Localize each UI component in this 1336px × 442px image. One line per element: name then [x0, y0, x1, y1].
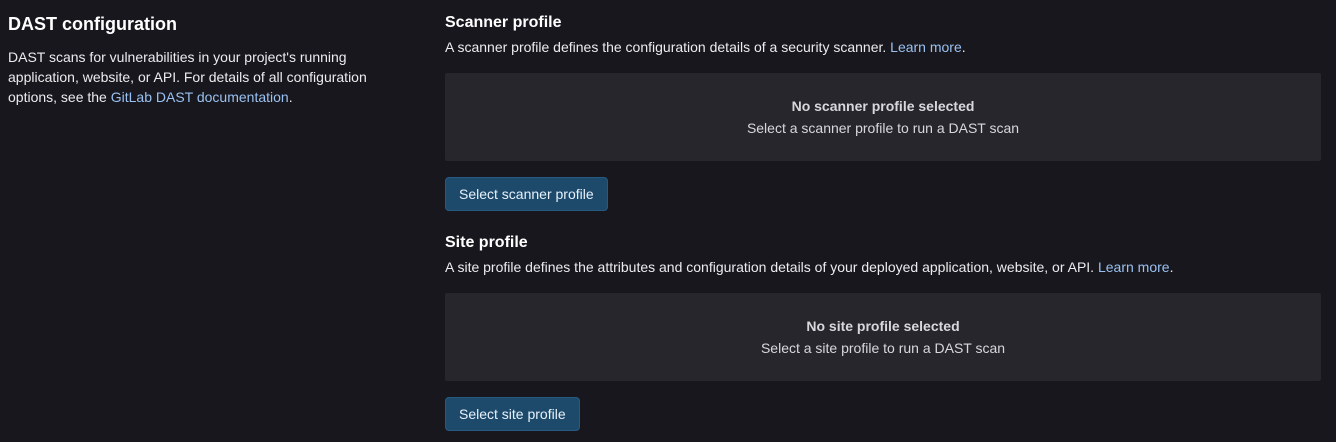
site-profile-empty-subtitle: Select a site profile to run a DAST scan: [760, 340, 1006, 356]
site-profile-empty-state: No site profile selected Select a site p…: [445, 293, 1321, 381]
dast-config-description: DAST scans for vulnerabilities in your p…: [8, 47, 408, 107]
scanner-profile-learn-more-link[interactable]: Learn more: [890, 39, 962, 55]
gitlab-dast-documentation-link[interactable]: GitLab DAST documentation: [111, 89, 289, 105]
dast-config-title: DAST configuration: [8, 14, 177, 34]
site-profile-description-end: .: [1169, 259, 1174, 275]
site-profile-description: A site profile defines the attributes an…: [445, 257, 1321, 277]
select-scanner-profile-button[interactable]: Select scanner profile: [445, 177, 608, 211]
site-profile-title: Site profile: [445, 234, 528, 251]
dast-config-description-end: .: [288, 89, 293, 105]
scanner-profile-section: Scanner profile A scanner profile define…: [445, 12, 1321, 57]
dast-config-sidebar: DAST configuration DAST scans for vulner…: [8, 12, 408, 107]
scanner-profile-description-end: .: [961, 39, 966, 55]
select-site-profile-button[interactable]: Select site profile: [445, 397, 580, 431]
site-profile-section: Site profile A site profile defines the …: [445, 232, 1321, 277]
scanner-profile-empty-title: No scanner profile selected: [791, 98, 975, 114]
scanner-profile-description: A scanner profile defines the configurat…: [445, 37, 1321, 57]
scanner-profile-title: Scanner profile: [445, 14, 562, 31]
site-profile-empty-title: No site profile selected: [806, 318, 960, 334]
site-profile-description-text: A site profile defines the attributes an…: [445, 259, 1098, 275]
dast-configuration-page: DAST configuration DAST scans for vulner…: [0, 0, 1336, 442]
scanner-profile-description-text: A scanner profile defines the configurat…: [445, 39, 891, 55]
scanner-profile-empty-subtitle: Select a scanner profile to run a DAST s…: [746, 120, 1020, 136]
site-profile-learn-more-link[interactable]: Learn more: [1098, 259, 1170, 275]
scanner-profile-empty-state: No scanner profile selected Select a sca…: [445, 73, 1321, 161]
